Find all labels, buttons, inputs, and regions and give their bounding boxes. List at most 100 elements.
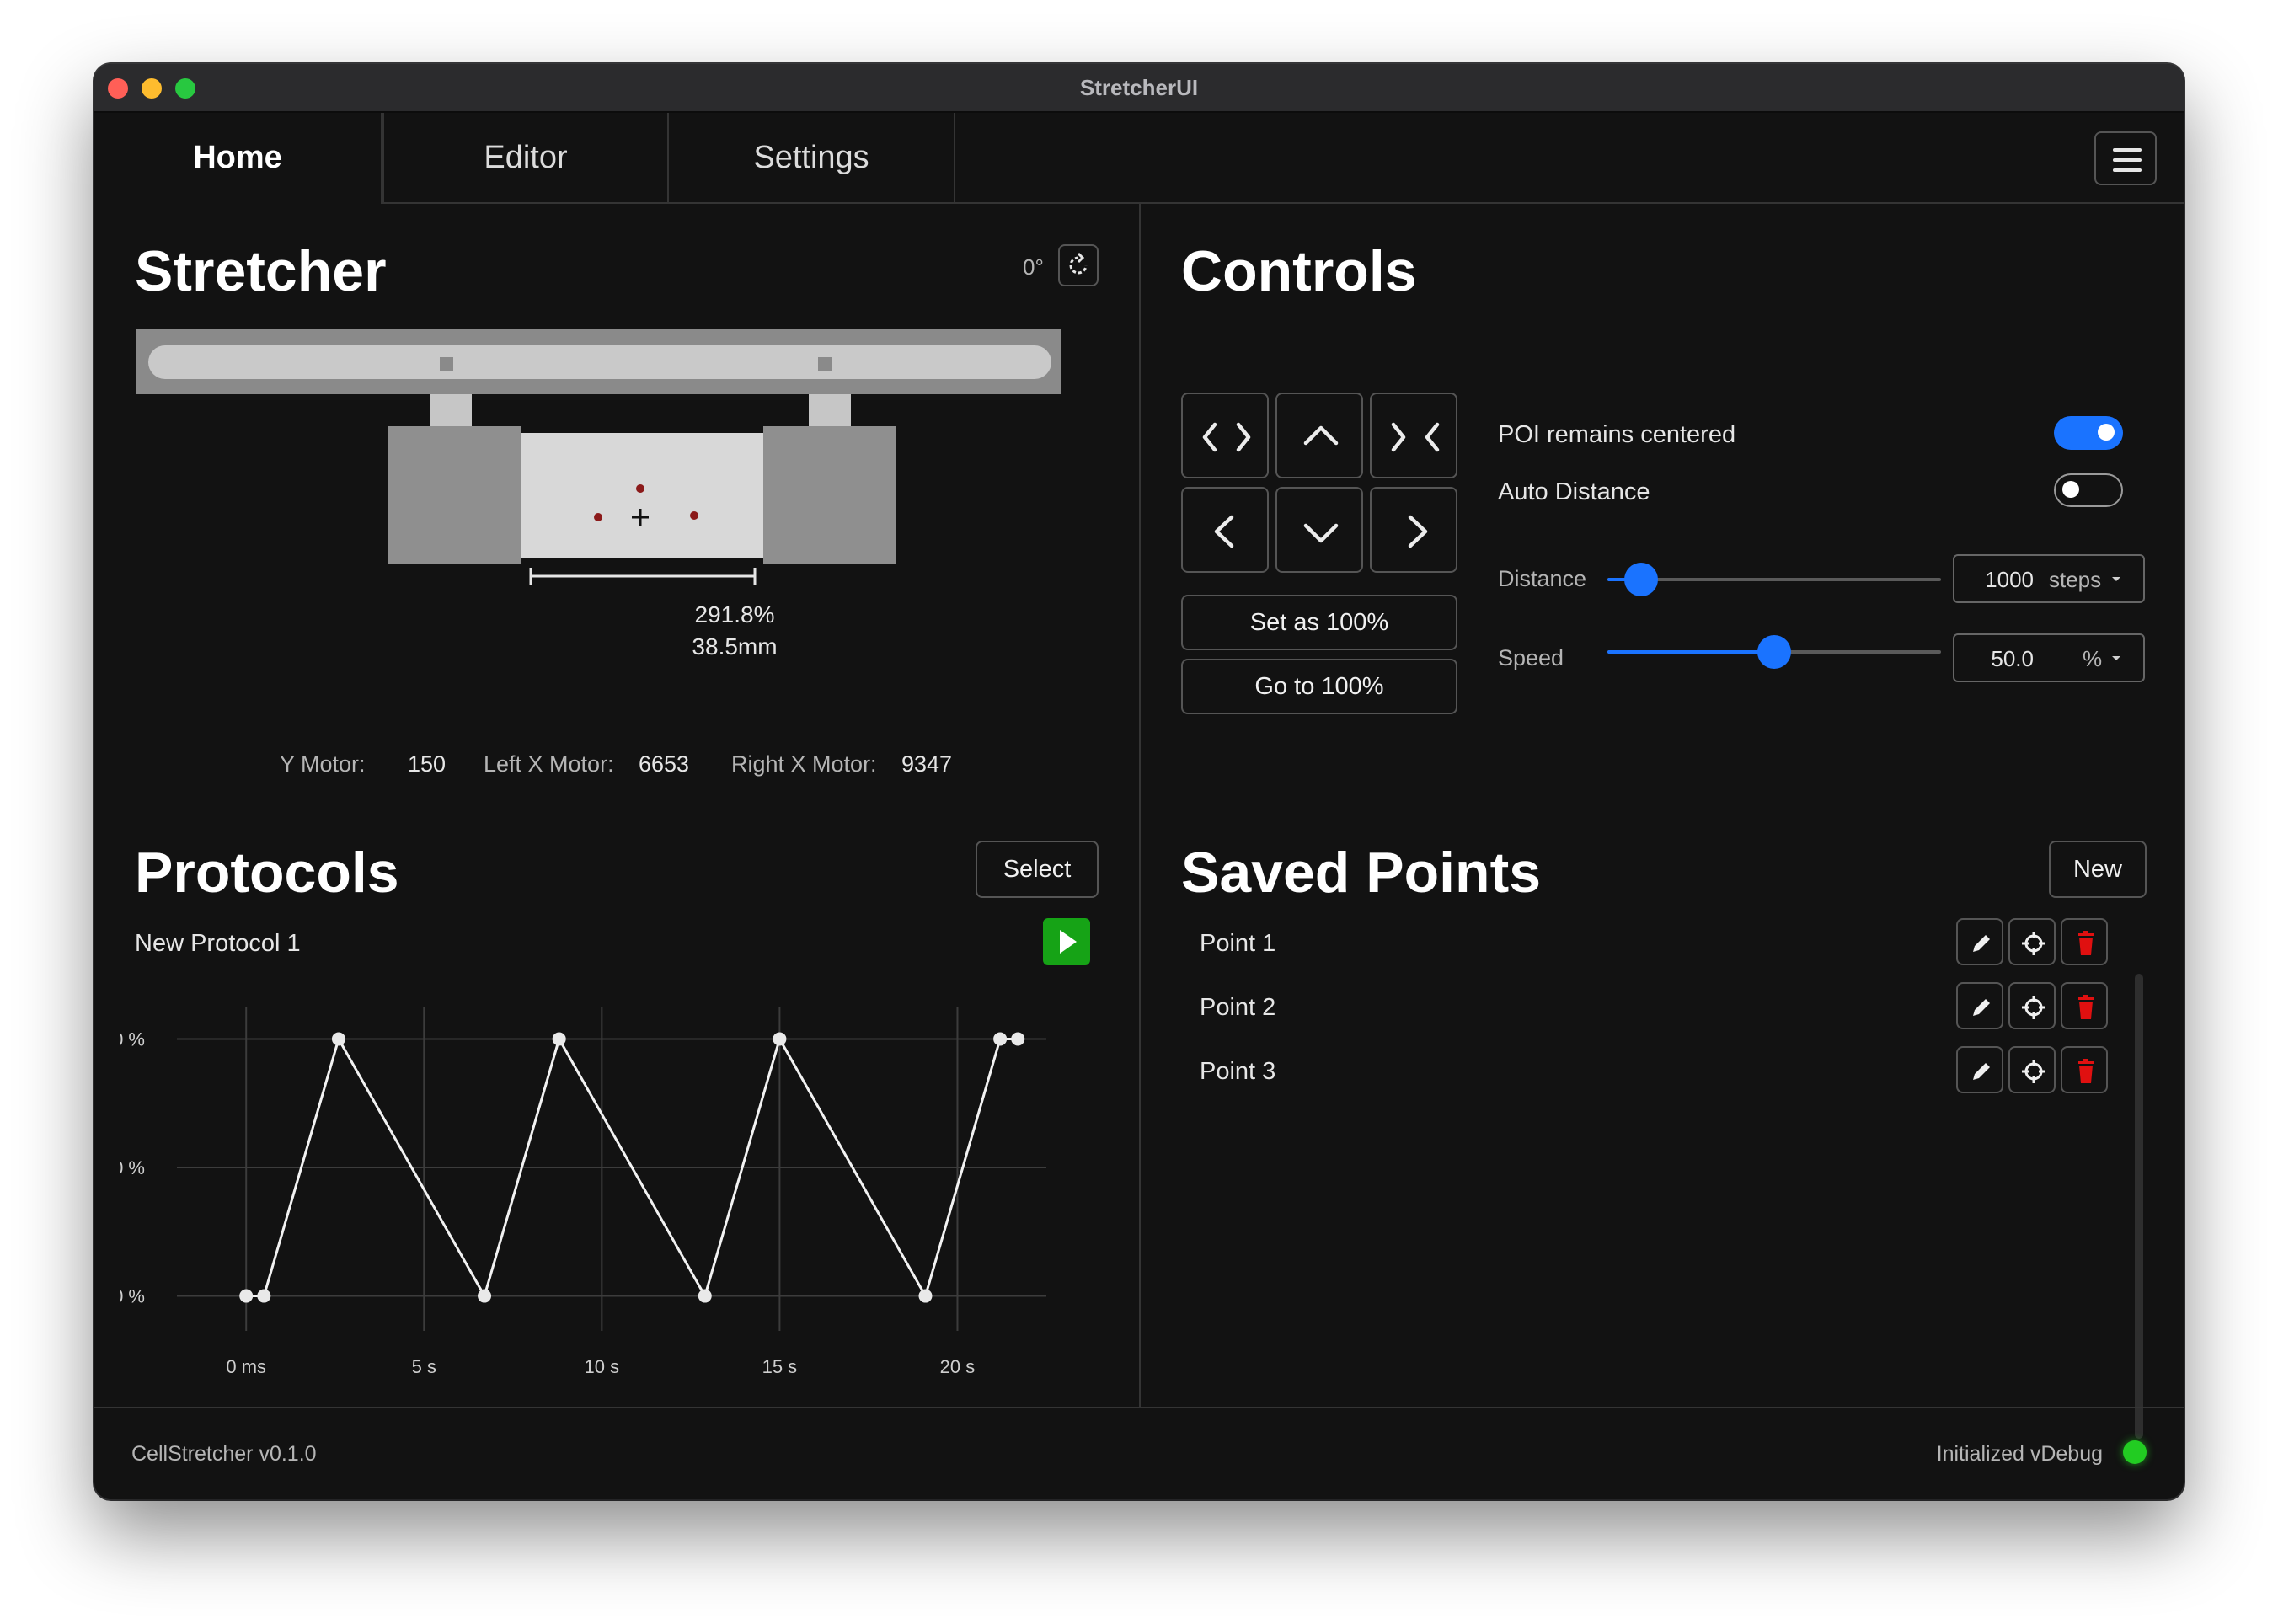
- caret-down-icon: [2112, 577, 2120, 581]
- chart-point: [552, 1032, 566, 1046]
- move-right-button[interactable]: [1370, 487, 1457, 573]
- speed-slider-thumb[interactable]: [1757, 635, 1791, 669]
- goto-point-button[interactable]: [2008, 982, 2056, 1029]
- play-protocol-button[interactable]: [1043, 918, 1090, 965]
- delete-point-button[interactable]: [2061, 982, 2108, 1029]
- distance-slider-thumb[interactable]: [1623, 563, 1658, 596]
- right-clamp: [763, 426, 896, 564]
- crosshair-icon: [2022, 1060, 2045, 1083]
- chart-point: [993, 1032, 1008, 1046]
- new-point-button[interactable]: New: [2049, 841, 2147, 898]
- pencil-icon: [1973, 935, 1990, 952]
- play-icon: [1060, 930, 1077, 954]
- contract-horizontal-icon: [1391, 422, 1440, 452]
- poi-centered-toggle[interactable]: [2054, 416, 2123, 450]
- chart-point: [239, 1289, 254, 1303]
- left-x-motor-label: Left X Motor:: [484, 751, 614, 777]
- move-down-button[interactable]: [1275, 487, 1363, 573]
- point-label: Point 2: [1200, 994, 1276, 1021]
- poi-dot: [690, 511, 698, 520]
- chart-x-tick-label: 5 s: [412, 1356, 436, 1377]
- right-x-motor-label: Right X Motor:: [731, 751, 877, 777]
- move-left-button[interactable]: [1181, 487, 1269, 573]
- point-label: Point 1: [1200, 930, 1276, 957]
- window-title: StretcherUI: [1079, 75, 1199, 100]
- caret-down-icon: [2112, 656, 2120, 660]
- speed-label: Speed: [1498, 645, 1564, 670]
- right-x-motor-value: 9347: [901, 751, 953, 777]
- speed-unit-box[interactable]: 50.0 %: [1953, 633, 2145, 682]
- controls-title: Controls: [1181, 239, 1417, 303]
- move-up-button[interactable]: [1275, 393, 1363, 478]
- trash-icon: [2078, 931, 2094, 955]
- distance-slider[interactable]: [1607, 563, 1941, 596]
- pencil-icon: [1973, 1063, 1990, 1080]
- poi-centered-label: POI remains centered: [1498, 421, 1736, 448]
- protocol-name: New Protocol 1: [135, 930, 301, 957]
- edit-point-button[interactable]: [1956, 918, 2003, 965]
- expand-horizontal-icon: [1202, 422, 1251, 452]
- chart-point: [918, 1289, 933, 1303]
- distance-label: Distance: [1498, 566, 1587, 591]
- chart-point: [773, 1032, 787, 1046]
- sample-membrane: [521, 433, 763, 558]
- chart-y-tick-label: 100 %: [120, 1286, 145, 1307]
- edit-point-button[interactable]: [1956, 982, 2003, 1029]
- left-clamp: [388, 426, 521, 564]
- chart-x-tick-label: 15 s: [762, 1356, 798, 1377]
- toggle-knob: [2098, 424, 2115, 441]
- stretch-length: 38.5mm: [692, 633, 778, 660]
- expand-horizontal-button[interactable]: [1181, 393, 1269, 478]
- status-text: Initialized vDebug: [1936, 1442, 2103, 1466]
- app-version: CellStretcher v0.1.0: [131, 1442, 317, 1466]
- stretcher-diagram: [136, 329, 1061, 585]
- poi-dot: [636, 484, 644, 493]
- tab-home[interactable]: Home: [94, 113, 382, 204]
- chevron-left-icon: [1214, 515, 1234, 548]
- chevron-down-icon: [1303, 523, 1339, 543]
- set-as-100-button[interactable]: Set as 100%: [1181, 595, 1457, 650]
- trash-icon: [2078, 995, 2094, 1019]
- contract-horizontal-button[interactable]: [1370, 393, 1457, 478]
- rotate-icon: [1069, 252, 1088, 275]
- stretcher-title: Stretcher: [135, 239, 387, 303]
- edit-point-button[interactable]: [1956, 1046, 2003, 1093]
- chart-point: [478, 1289, 492, 1303]
- auto-distance-label: Auto Distance: [1498, 478, 1650, 505]
- speed-unit[interactable]: %: [2083, 646, 2102, 672]
- distance-value[interactable]: 1000: [1985, 567, 2034, 593]
- speed-slider[interactable]: [1607, 635, 1941, 669]
- goto-point-button[interactable]: [2008, 918, 2056, 965]
- auto-distance-toggle[interactable]: [2054, 473, 2123, 507]
- delete-point-button[interactable]: [2061, 918, 2108, 965]
- y-motor-label: Y Motor:: [280, 751, 366, 777]
- hamburger-menu-button[interactable]: [2094, 131, 2157, 185]
- chart-point: [698, 1289, 712, 1303]
- select-protocol-button[interactable]: Select: [976, 841, 1099, 898]
- tab-editor[interactable]: Editor: [382, 113, 669, 202]
- chart-x-tick-label: 0 ms: [226, 1356, 266, 1377]
- rotate-button[interactable]: [1058, 244, 1099, 286]
- tab-settings[interactable]: Settings: [669, 113, 955, 202]
- speed-value[interactable]: 50.0: [1991, 646, 2034, 672]
- distance-unit[interactable]: steps: [2049, 567, 2101, 593]
- poi-dot: [594, 513, 602, 521]
- points-scrollbar[interactable]: [2135, 974, 2143, 1439]
- go-to-100-button[interactable]: Go to 100%: [1181, 659, 1457, 714]
- distance-unit-box[interactable]: 1000 steps: [1953, 554, 2145, 603]
- toggle-knob: [2062, 481, 2079, 498]
- rail-marker-right: [818, 357, 832, 371]
- status-bar: CellStretcher v0.1.0 Initialized vDebug: [94, 1407, 2184, 1499]
- crosshair-icon: [2022, 996, 2045, 1019]
- goto-point-button[interactable]: [2008, 1046, 2056, 1093]
- chart-point: [257, 1289, 271, 1303]
- crosshair-icon: [2022, 932, 2045, 955]
- chevron-up-icon: [1303, 425, 1339, 446]
- status-indicator: [2123, 1440, 2147, 1464]
- delete-point-button[interactable]: [2061, 1046, 2108, 1093]
- tab-bar: Home Editor Settings: [94, 113, 2184, 204]
- rotation-readout: 0°: [1023, 254, 1044, 280]
- rail-track: [148, 345, 1051, 379]
- title-bar: StretcherUI: [94, 64, 2184, 113]
- right-arm: [809, 394, 851, 426]
